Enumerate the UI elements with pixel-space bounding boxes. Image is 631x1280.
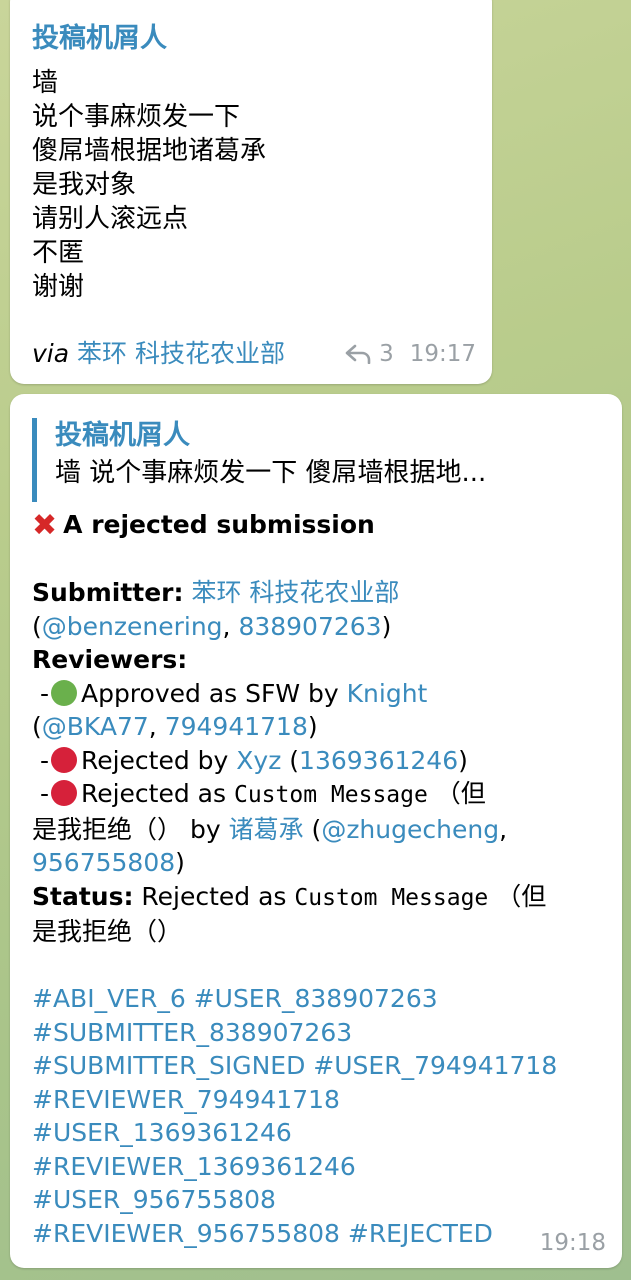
reviewer-action: Rejected as [80,779,227,808]
reviewer-username-link[interactable]: @BKA77 [42,712,149,741]
reviewers-label: Reviewers: [32,645,188,674]
status-paren: （但 [496,881,547,911]
by-label: by [189,814,221,844]
submitter-id-link[interactable]: 838907263 [238,612,381,641]
message-line: 墙 [32,68,59,98]
message-body: ✖ A rejected submission Submitter: 苯环 科技花… [32,508,612,1250]
status-code: Custom Message [294,884,489,911]
message-line: 傻屌墙根据地诸葛承 [32,136,267,166]
message-sender[interactable]: 投稿机屑人 [32,16,167,55]
reason-text: （但 [435,779,486,808]
message-line: 不匿 [32,238,85,268]
message-line: 是我对象 [32,170,137,200]
submitter-label: Submitter: [32,578,184,607]
message-time: 19:17 [409,341,476,367]
green-circle-icon [50,679,77,706]
submitter-username-link[interactable]: @benzenering [42,612,223,641]
reviewer-username-link[interactable]: @zhugecheng [321,815,499,844]
heading-row: ✖ A rejected submission [32,508,612,543]
quote-sender: 投稿机屑人 [55,420,190,451]
reviewer-id-link[interactable]: 1369361246 [299,746,458,775]
reviewer-row-2: - Rejected by Xyz (1369361246) [32,745,468,775]
via-signature: via 苯环 科技花农业部 [32,334,285,370]
hashtag-line[interactable]: #ABI_VER_6 #USER_838907263 [32,982,612,1016]
reviewer-row-3: - Rejected as Custom Message （但 [32,779,486,808]
hashtag-line[interactable]: #SUBMITTER_SIGNED #USER_794941718 [32,1049,612,1083]
message-meta: 3 19:17 [345,341,476,367]
quote-text: 墙 说个事麻烦发一下 傻屌墙根据地... [55,458,487,488]
submitter-name-link[interactable]: 苯环 科技花农业部 [191,578,399,607]
hashtag-line[interactable]: #USER_1369361246 [32,1116,612,1150]
reason-code: Custom Message [233,782,428,808]
hashtag-line[interactable]: #USER_956755808 [32,1183,612,1217]
status-label: Status: [32,881,134,911]
message-bubble-1[interactable]: 投稿机屑人 墙 说个事麻烦发一下 傻屌墙根据地诸葛承 是我对象 请别人滚远点 不… [10,0,492,384]
message-line: 请别人滚远点 [32,204,189,234]
reviewer-action: Approved as SFW by [80,678,339,708]
hashtag-line[interactable]: #REVIEWER_956755808 #REJECTED [32,1217,612,1251]
reviewer-action: Rejected by [80,745,229,775]
submitter-ids-row: (@benzenering, 838907263) [32,611,392,641]
reviewer-ids-row-1: (@BKA77, 794941718) [32,712,318,741]
message-time: 19:18 [539,1230,606,1256]
reason-text-cont: 是我拒绝（） [32,814,183,844]
reviewer-row-3-cont: 是我拒绝（） by 诸葛承 (@zhugecheng, [32,814,508,844]
reviewer-ids-row-3: 956755808) [32,848,185,877]
status-row: Status: Rejected as Custom Message （但 [32,880,612,916]
hashtag-line[interactable]: #SUBMITTER_838907263 [32,1016,612,1050]
message-line: 谢谢 [32,272,85,302]
hashtag-line[interactable]: #REVIEWER_794941718 [32,1083,612,1117]
reviewer-name-link[interactable]: Knight [347,679,428,708]
reply-arrow-icon [345,344,371,364]
via-label: via [32,339,70,368]
message-bubble-2[interactable]: 投稿机屑人 墙 说个事麻烦发一下 傻屌墙根据地... ✖ A rejected s… [10,394,622,1268]
red-circle-icon [50,746,77,773]
status-text: Rejected as [141,881,287,911]
reviewer-name-link[interactable]: 诸葛承 [229,815,304,844]
heading-text: A rejected submission [63,510,375,539]
red-circle-icon [50,780,77,806]
reviewer-id-link[interactable]: 956755808 [32,848,175,877]
message-line: 说个事麻烦发一下 [32,102,241,132]
hashtag-line[interactable]: #REVIEWER_1369361246 [32,1150,612,1184]
reply-quote[interactable]: 投稿机屑人 墙 说个事麻烦发一下 傻屌墙根据地... [32,418,600,502]
reviewer-id-link[interactable]: 794941718 [165,712,308,741]
submitter-row: Submitter: 苯环 科技花农业部 [32,576,612,610]
message-text: 墙 说个事麻烦发一下 傻屌墙根据地诸葛承 是我对象 请别人滚远点 不匿 谢谢 [32,66,266,304]
via-link[interactable]: 苯环 科技花农业部 [77,339,285,368]
cross-mark-icon: ✖ [32,508,58,543]
status-row-cont: 是我拒绝（） [32,917,183,946]
reply-count[interactable]: 3 [379,341,394,367]
reviewer-row-1: - Approved as SFW by Knight [32,678,428,708]
reviewer-name-link[interactable]: Xyz [236,746,281,775]
